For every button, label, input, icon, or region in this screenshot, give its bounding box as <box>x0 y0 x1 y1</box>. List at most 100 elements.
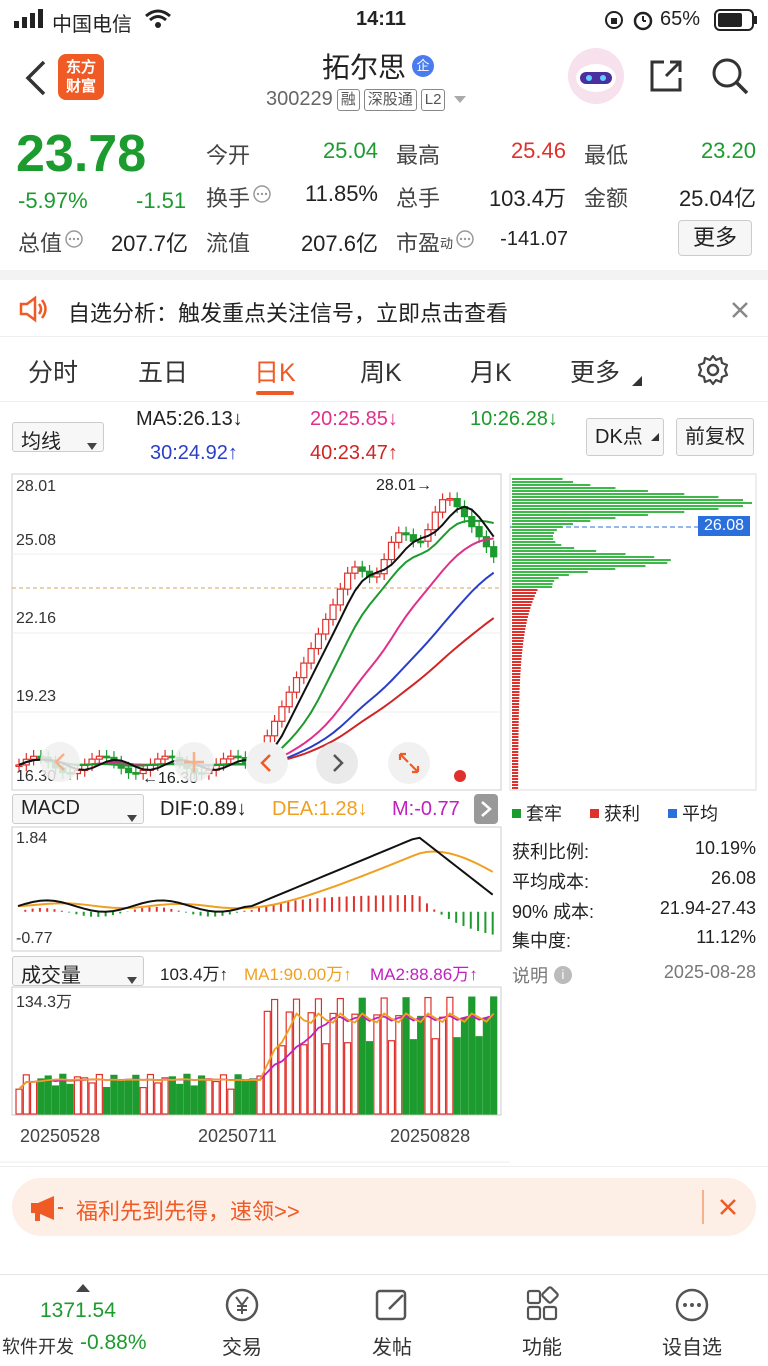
chip-stat-value: 21.94-27.43 <box>659 898 756 918</box>
tab-more[interactable]: 更多 <box>570 353 620 389</box>
candle <box>314 633 323 650</box>
volume-bar <box>395 1015 403 1115</box>
scroll-left-button[interactable] <box>246 742 288 784</box>
info-icon[interactable] <box>455 229 475 255</box>
nav-functions[interactable]: 功能 <box>482 1285 602 1360</box>
candle <box>431 511 439 531</box>
change-percent: -5.97% <box>18 188 88 213</box>
macd-selector[interactable]: MACD <box>12 794 144 824</box>
promo-banner[interactable]: 福利先到先得，速领>> <box>12 1178 756 1236</box>
chip-distribution-panel: 套牢 获利 平均 获利比例: 10.19% 平均成本: 26.08 90% 成本… <box>510 796 760 996</box>
dk-point-button[interactable]: DK点 <box>586 418 664 456</box>
macd-dif: DIF:0.89↓ <box>160 798 247 820</box>
nav-add-watchlist[interactable]: 设自选 <box>632 1285 752 1360</box>
candle <box>124 767 133 774</box>
settings-gear-icon[interactable] <box>696 353 730 392</box>
kline-chart[interactable]: 28.01 25.08 22.16 19.23 16.30 28.01→ ←16… <box>0 472 768 792</box>
chip-bar <box>512 712 519 714</box>
index-change[interactable]: -0.88% <box>80 1331 147 1355</box>
chip-bar <box>512 754 519 756</box>
expand-arrow-icon[interactable] <box>474 794 498 824</box>
tab-daily-k[interactable]: 日K <box>254 353 296 389</box>
chip-bar <box>512 640 524 642</box>
chip-bar <box>512 568 616 570</box>
more-button[interactable]: 更多 <box>678 220 752 256</box>
robot-assistant-icon[interactable] <box>568 48 624 104</box>
candle <box>322 618 330 635</box>
up-arrow-icon <box>76 1279 90 1297</box>
volume-bar <box>329 1012 337 1115</box>
chip-bar <box>512 787 519 789</box>
chip-bar <box>512 580 555 582</box>
tab-intraday[interactable]: 分时 <box>28 353 78 389</box>
chart-period-tabs: 分时 五日 日K 周K 月K 更多 <box>0 336 768 402</box>
nav-trade[interactable]: 交易 <box>182 1285 302 1360</box>
volume-selector-label: 成交量 <box>21 965 81 987</box>
search-icon[interactable] <box>710 56 750 101</box>
indicator-selector[interactable]: 均线 <box>12 422 104 453</box>
chip-bar <box>512 481 574 483</box>
candle <box>446 498 454 501</box>
chip-stat-label: 集中度: <box>512 931 572 951</box>
scroll-right-button[interactable] <box>316 742 358 784</box>
forward-adjust-button[interactable]: 前复权 <box>676 418 754 456</box>
chip-stat-label: 90% 成本: <box>512 902 595 922</box>
chip-bar <box>512 502 752 504</box>
pe-label-row: 市盈 动 <box>396 226 475 258</box>
dropdown-icon <box>87 434 97 457</box>
chip-bar <box>512 673 521 675</box>
dk-point-label: DK点 <box>595 426 643 448</box>
volume-bar <box>431 1038 439 1115</box>
candle <box>95 755 103 760</box>
back-icon[interactable] <box>22 58 48 103</box>
stock-header: 东方 财富 拓尔思 企 300229 融 深股通 L2 <box>0 40 768 120</box>
info-icon[interactable] <box>252 184 272 210</box>
legend-swatch-trapped <box>512 808 521 818</box>
logo-text-2: 财富 <box>65 78 96 95</box>
signal-notice[interactable]: 自选分析：触发重点关注信号，立即点击查看 <box>0 270 768 336</box>
tab-weekly-k[interactable]: 周K <box>360 353 402 389</box>
volume-bar <box>417 1015 425 1115</box>
close-icon[interactable] <box>718 1197 738 1222</box>
candle <box>351 566 359 574</box>
chip-bar <box>512 562 668 564</box>
chip-note-link[interactable]: 说明 i <box>512 962 572 988</box>
chip-bar <box>512 547 575 549</box>
chip-bar <box>512 484 591 486</box>
candle <box>387 541 396 561</box>
nav-post[interactable]: 发帖 <box>332 1285 452 1360</box>
legend-swatch-average <box>668 808 677 818</box>
volume-selector[interactable]: 成交量 <box>12 956 144 987</box>
chip-bar <box>512 490 648 492</box>
chip-bar <box>512 517 616 519</box>
chip-bar <box>512 667 521 669</box>
chip-bar <box>512 670 521 672</box>
volume-bar <box>373 1014 381 1115</box>
tab-five-day[interactable]: 五日 <box>138 353 188 389</box>
index-value[interactable]: 1371.54 <box>40 1299 116 1323</box>
battery-icon <box>714 9 758 37</box>
volume-bar <box>190 1085 198 1115</box>
plus-button[interactable] <box>174 742 214 782</box>
index-name[interactable]: 软件开发 <box>2 1333 74 1359</box>
chip-bar <box>512 730 519 732</box>
candle <box>402 532 410 536</box>
chip-bar <box>512 619 528 621</box>
chip-bar <box>512 601 533 603</box>
corner-triangle-icon <box>651 419 659 451</box>
share-icon[interactable] <box>646 56 686 101</box>
macd-chart[interactable]: 1.84 -0.77 <box>0 826 510 952</box>
more-dots-icon <box>672 1285 712 1325</box>
close-icon[interactable] <box>730 300 750 325</box>
tab-monthly-k[interactable]: 月K <box>470 353 512 389</box>
volume-chart[interactable]: 134.3万 20250528 20250711 20250828 <box>0 986 510 1166</box>
fullscreen-icon[interactable] <box>388 742 430 784</box>
info-icon[interactable] <box>64 229 84 255</box>
volume-bar <box>88 1082 96 1115</box>
volume-label: 总手 <box>396 186 441 211</box>
chip-bar <box>512 571 588 573</box>
stock-code-row[interactable]: 300229 融 深股通 L2 <box>266 88 467 111</box>
date-label-end: 20250828 <box>390 1126 471 1146</box>
change-amount: -1.51 <box>136 188 187 213</box>
zoom-out-button[interactable] <box>40 742 80 782</box>
